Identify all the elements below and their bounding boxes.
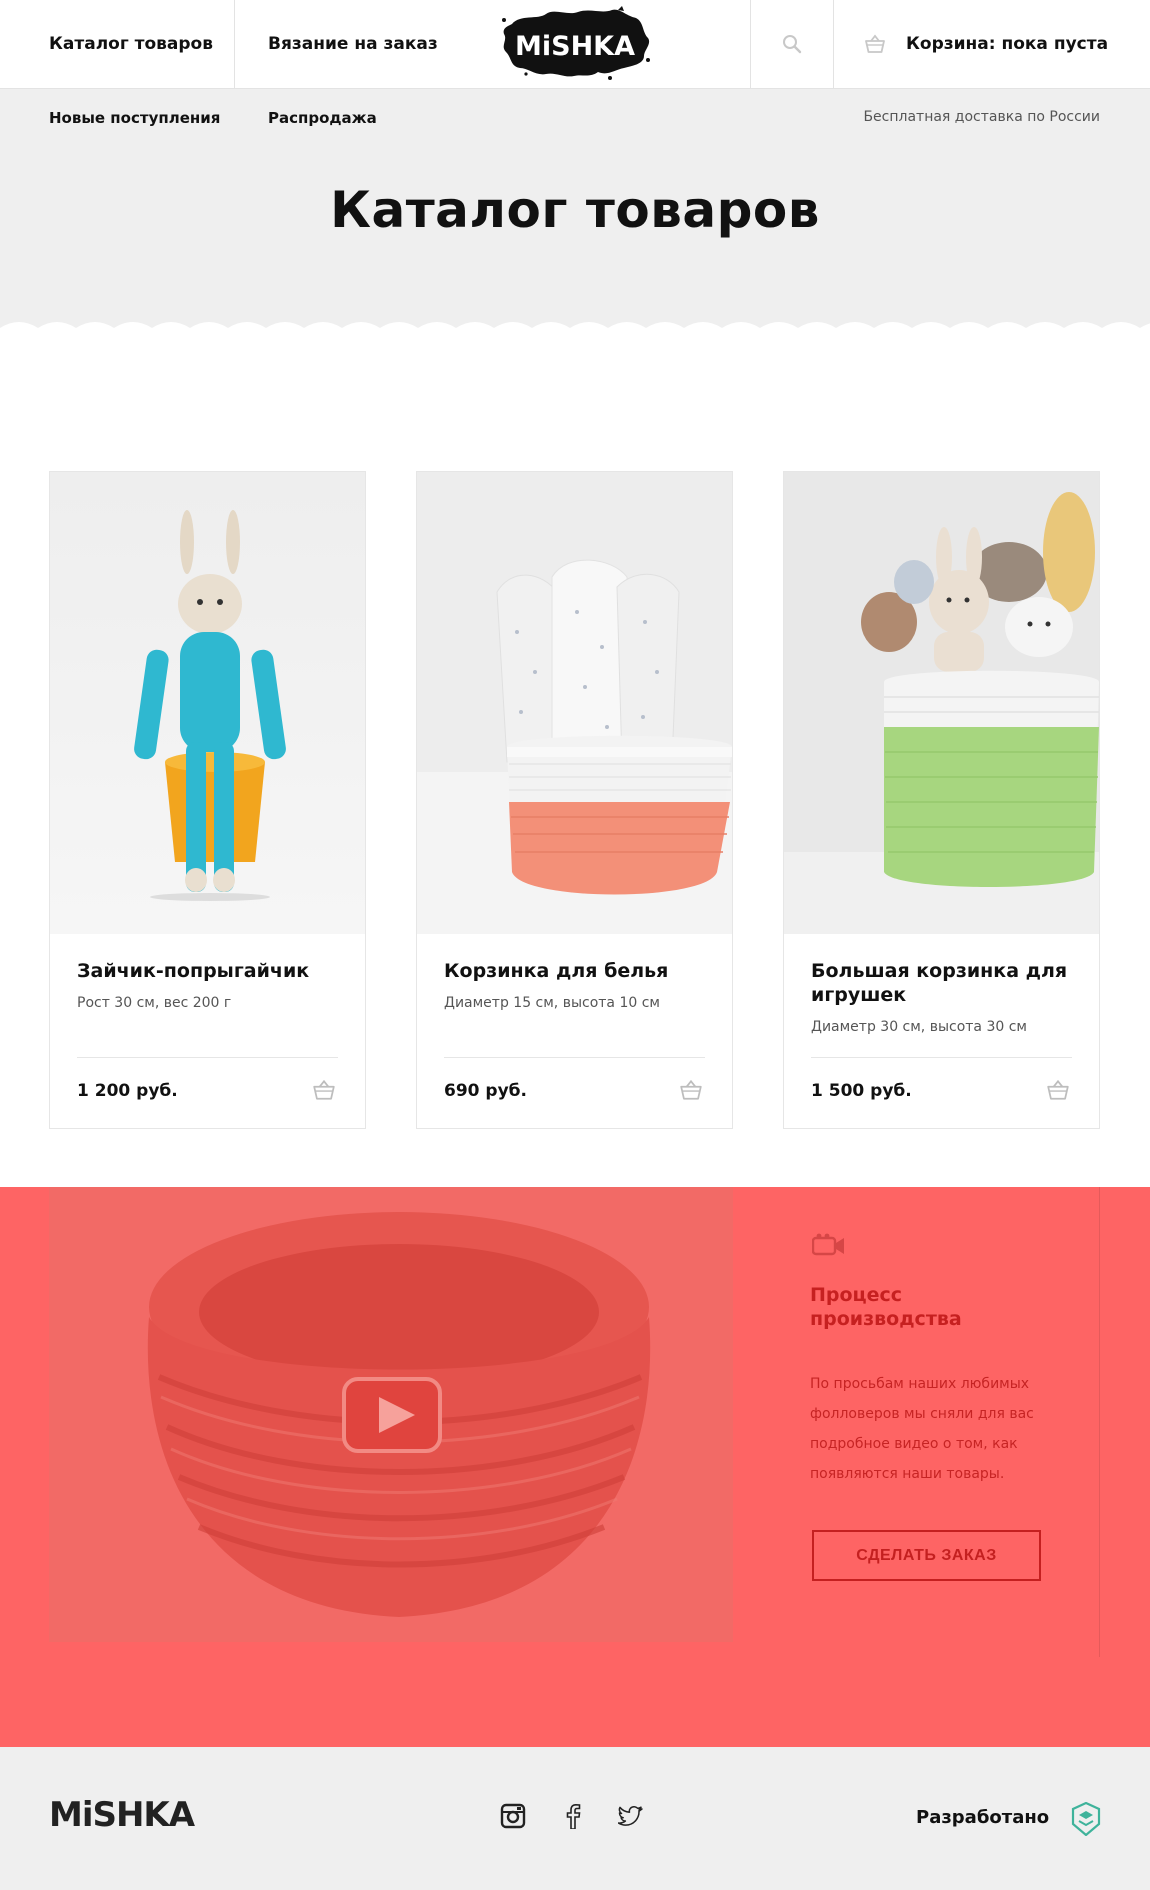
product-price: 690 руб.	[444, 1081, 527, 1101]
search-button[interactable]	[778, 0, 806, 88]
product-title[interactable]: Корзинка для белья	[444, 959, 714, 983]
order-button[interactable]: СДЕЛАТЬ ЗАКАЗ	[812, 1530, 1041, 1581]
video-section-title: Процесс производства	[810, 1284, 962, 1330]
add-to-cart-button[interactable]	[312, 1079, 336, 1101]
cart-label: Корзина: пока пуста	[906, 34, 1109, 54]
basket-icon	[865, 34, 885, 53]
facebook-link[interactable]	[560, 1803, 586, 1830]
video-section-text: По просьбам наших любимых фолловеров мы …	[810, 1376, 1034, 1482]
video-camera-icon	[812, 1233, 844, 1256]
product-image-bunny[interactable]	[50, 472, 365, 934]
instagram-link[interactable]	[500, 1803, 526, 1829]
video-section: Процесс производства По просьбам наших л…	[0, 1187, 1150, 1747]
product-image-toy-basket[interactable]	[784, 472, 1099, 934]
delivery-note: Бесплатная доставка по России	[863, 109, 1100, 125]
card-divider	[811, 1057, 1072, 1058]
header-divider	[750, 0, 751, 88]
twitter-icon	[617, 1806, 643, 1826]
toy-basket-image	[784, 472, 1099, 934]
search-icon	[783, 35, 802, 54]
instagram-icon	[500, 1803, 526, 1829]
card-divider	[444, 1057, 705, 1058]
add-to-cart-button[interactable]	[679, 1079, 703, 1101]
product-price: 1 500 руб.	[811, 1081, 912, 1101]
product-price: 1 200 руб.	[77, 1081, 178, 1101]
logo-text: MiSHKA	[515, 31, 635, 62]
youtube-play-icon[interactable]	[342, 1377, 442, 1453]
nav-catalog-wrap: Каталог товаров	[49, 0, 213, 88]
facebook-icon	[566, 1803, 581, 1830]
nav-custom-knitting-wrap: Вязание на заказ	[268, 0, 438, 88]
htmlacademy-logo-icon	[1071, 1801, 1101, 1837]
product-title[interactable]: Большая корзинка для игрушек	[811, 959, 1081, 1007]
product-image-laundry-basket[interactable]	[417, 472, 732, 934]
add-to-cart-button[interactable]	[1046, 1079, 1070, 1101]
product-card[interactable]: Большая корзинка для игрушек Диаметр 30 …	[783, 471, 1100, 1129]
video-player[interactable]	[49, 1187, 733, 1642]
subnav-new-arrivals[interactable]: Новые поступления	[49, 109, 220, 127]
developer-link[interactable]	[1071, 1801, 1101, 1837]
section-divider	[1099, 1187, 1100, 1657]
header-divider	[833, 0, 834, 88]
product-description: Диаметр 30 см, высота 30 см	[811, 1019, 1027, 1035]
page-title: Каталог товаров	[330, 181, 820, 239]
wave-divider	[0, 322, 1150, 342]
basket-icon	[313, 1079, 335, 1100]
site-header: Каталог товаров Вязание на заказ MiSHKA …	[0, 0, 1150, 89]
laundry-basket-image	[417, 472, 732, 934]
page-hero: Новые поступления Распродажа Бесплатная …	[0, 89, 1150, 334]
nav-custom-knitting-link[interactable]: Вязание на заказ	[268, 34, 438, 54]
card-divider	[77, 1057, 338, 1058]
site-footer: MiSHKA Разработано	[0, 1747, 1150, 1890]
header-divider	[234, 0, 235, 88]
subnav-sale[interactable]: Распродажа	[268, 109, 377, 127]
footer-logo[interactable]: MiSHKA	[49, 1795, 195, 1835]
logo-blob: MiSHKA	[502, 6, 650, 80]
video-thumbnail	[49, 1187, 733, 1642]
basket-icon	[680, 1079, 702, 1100]
cart-link[interactable]: Корзина: пока пуста	[864, 0, 1108, 88]
product-title[interactable]: Зайчик-попрыгайчик	[77, 959, 347, 983]
site-logo[interactable]: MiSHKA	[498, 6, 652, 82]
bunny-toy-image	[50, 472, 365, 934]
nav-catalog-link[interactable]: Каталог товаров	[49, 34, 213, 54]
product-card[interactable]: Корзинка для белья Диаметр 15 см, высота…	[416, 471, 733, 1129]
developer-label: Разработано	[916, 1807, 1050, 1828]
basket-icon	[1047, 1079, 1069, 1100]
product-description: Диаметр 15 см, высота 10 см	[444, 995, 660, 1011]
product-card[interactable]: Зайчик-попрыгайчик Рост 30 см, вес 200 г…	[49, 471, 366, 1129]
product-description: Рост 30 см, вес 200 г	[77, 995, 232, 1011]
twitter-link[interactable]	[617, 1803, 644, 1829]
